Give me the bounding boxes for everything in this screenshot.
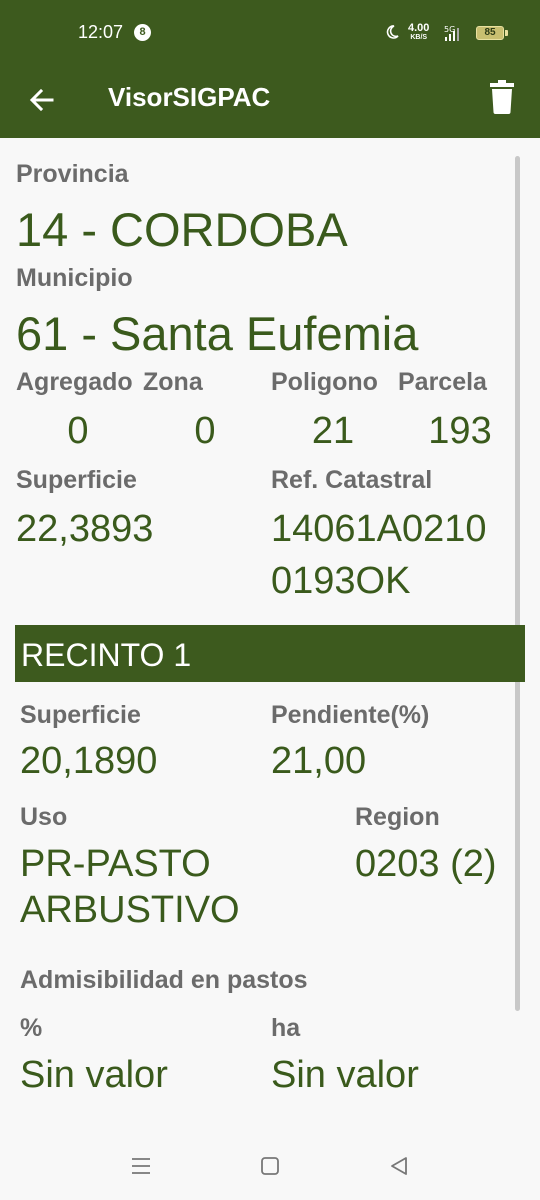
agregado-value: 0 <box>67 410 89 452</box>
superficie-label: Superficie <box>16 466 137 494</box>
admisibilidad-label: Admisibilidad en pastos <box>20 966 308 994</box>
trash-icon[interactable] <box>488 80 516 114</box>
parcel-details[interactable]: Provincia 14 - CORDOBA Municipio 61 - Sa… <box>0 138 540 1133</box>
status-time: 12:07 <box>78 22 124 42</box>
app-bar: VisorSIGPAC <box>0 68 540 138</box>
recinto-superficie-label: Superficie <box>20 701 141 729</box>
network-speed-value: 4.00 <box>408 22 430 34</box>
poligono-value: 21 <box>311 410 355 452</box>
arrow-left-icon[interactable] <box>26 84 58 116</box>
region-value: 0203 (2) <box>355 843 497 885</box>
admisibilidad-pct-label: % <box>20 1014 43 1042</box>
ref-catastral-line2: 0193OK <box>271 560 411 602</box>
uso-value-line1: PR-PASTO <box>20 843 211 885</box>
superficie-value: 22,3893 <box>16 508 154 550</box>
menu-icon[interactable] <box>131 1155 151 1177</box>
pendiente-value: 21,00 <box>271 740 367 782</box>
parcela-label: Parcela <box>398 368 487 396</box>
network-speed: 4.00 KB/S <box>408 22 430 42</box>
municipio-value: 61 - Santa Eufemia <box>16 307 419 360</box>
moon-icon <box>386 25 399 39</box>
pendiente-label: Pendiente(%) <box>271 701 430 729</box>
status-bar: 12:07 8 4.00 KB/S 5G 85 <box>0 0 540 68</box>
provincia-value: 14 - CORDOBA <box>16 203 348 256</box>
signal-5g-icon: 5G <box>444 25 459 41</box>
scrollbar[interactable] <box>515 156 520 1011</box>
parcela-value: 193 <box>428 410 492 452</box>
notification-count-badge: 8 <box>134 24 151 41</box>
app-title: VisorSIGPAC <box>108 82 271 112</box>
ref-catastral-line1: 14061A0210 <box>271 508 487 550</box>
municipio-label: Municipio <box>16 264 133 292</box>
system-nav-bar <box>0 1133 540 1200</box>
admisibilidad-ha-value: Sin valor <box>271 1054 419 1096</box>
ref-catastral-label: Ref. Catastral <box>271 466 433 494</box>
admisibilidad-pct-value: Sin valor <box>20 1054 168 1096</box>
zona-label: Zona <box>143 368 203 396</box>
uso-label: Uso <box>20 803 68 831</box>
zona-value: 0 <box>194 410 216 452</box>
recinto-superficie-value: 20,1890 <box>20 740 158 782</box>
admisibilidad-ha-label: ha <box>271 1014 301 1042</box>
home-square-icon[interactable] <box>260 1155 280 1177</box>
recinto-title: RECINTO 1 <box>21 637 192 673</box>
recinto-header: RECINTO 1 <box>15 625 525 682</box>
agregado-label: Agregado <box>16 368 133 396</box>
uso-value-line2: ARBUSTIVO <box>20 889 240 931</box>
battery-indicator: 85 <box>476 26 508 40</box>
back-triangle-icon[interactable] <box>389 1155 409 1177</box>
poligono-label: Poligono <box>271 368 378 396</box>
region-label: Region <box>355 803 440 831</box>
provincia-label: Provincia <box>16 160 129 188</box>
network-speed-unit: KB/S <box>410 34 428 41</box>
